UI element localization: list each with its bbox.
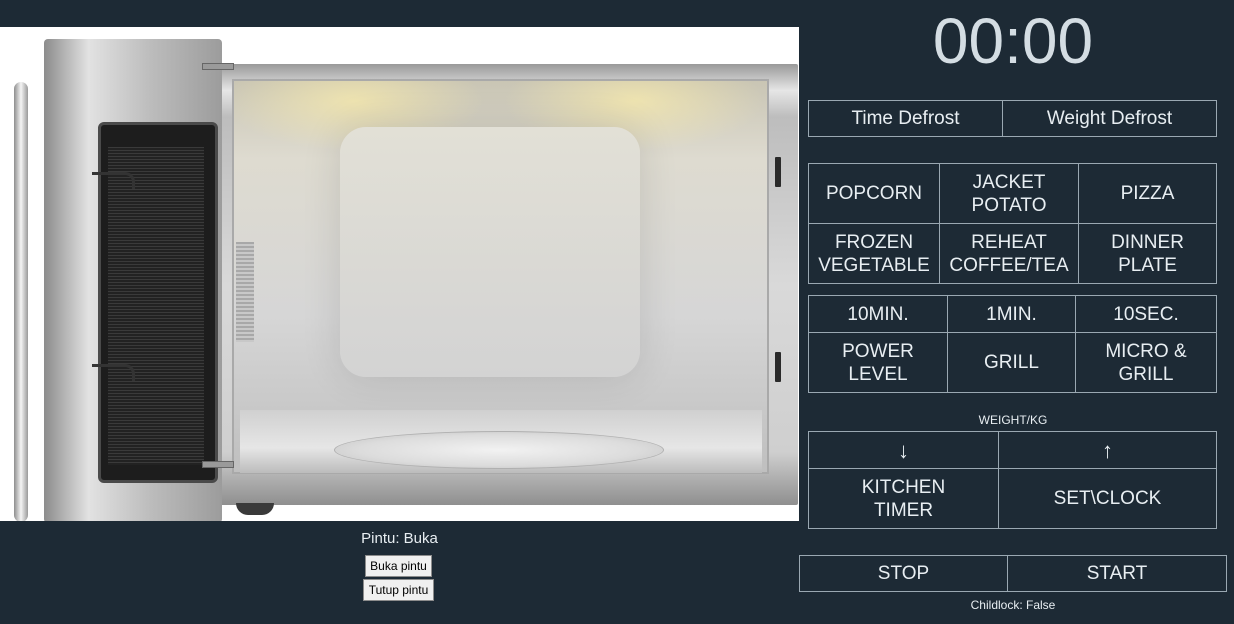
close-door-button[interactable]: Tutup pintu — [363, 579, 434, 601]
microwave-foot — [236, 503, 274, 515]
time-defrost-button[interactable]: Time Defrost — [808, 100, 1003, 137]
latch-slot-bottom — [775, 352, 781, 382]
weight-label: WEIGHT/KG — [978, 413, 1048, 427]
door-hinge-bottom — [202, 461, 234, 468]
door-latch-hook-bottom — [92, 364, 135, 381]
one-minute-button[interactable]: 1MIN. — [947, 295, 1076, 333]
door-mesh — [108, 147, 204, 465]
frozen-vegetable-button[interactable]: FROZEN VEGETABLE — [808, 223, 940, 284]
weight-down-button[interactable]: ↓ — [808, 431, 999, 469]
door-hinge-top — [202, 63, 234, 70]
kitchen-timer-button[interactable]: KITCHEN TIMER — [808, 468, 999, 529]
childlock-status: Childlock: False — [970, 598, 1056, 612]
turntable-plate — [334, 431, 664, 469]
door-handle — [14, 82, 28, 521]
dinner-plate-button[interactable]: DINNER PLATE — [1078, 223, 1217, 284]
cavity-vent — [236, 242, 254, 342]
set-clock-button[interactable]: SET\CLOCK — [998, 468, 1217, 529]
time-display: 00:00 — [932, 5, 1094, 77]
latch-slot-top — [775, 157, 781, 187]
weight-defrost-button[interactable]: Weight Defrost — [1002, 100, 1217, 137]
microwave-image — [0, 27, 799, 521]
power-level-button[interactable]: POWER LEVEL — [808, 332, 948, 393]
pizza-button[interactable]: PIZZA — [1078, 163, 1217, 224]
start-button[interactable]: START — [1007, 555, 1227, 592]
jacket-potato-button[interactable]: JACKET POTATO — [939, 163, 1079, 224]
open-door-button[interactable]: Buka pintu — [365, 555, 432, 577]
popcorn-button[interactable]: POPCORN — [808, 163, 940, 224]
cavity-back-panel — [340, 127, 640, 377]
ten-seconds-button[interactable]: 10SEC. — [1075, 295, 1217, 333]
door-latch-hook-top — [92, 172, 135, 189]
reheat-coffee-tea-button[interactable]: REHEAT COFFEE/TEA — [939, 223, 1079, 284]
weight-up-button[interactable]: ↑ — [998, 431, 1217, 469]
micro-grill-button[interactable]: MICRO & GRILL — [1075, 332, 1217, 393]
grill-button[interactable]: GRILL — [947, 332, 1076, 393]
ten-minutes-button[interactable]: 10MIN. — [808, 295, 948, 333]
stop-button[interactable]: STOP — [799, 555, 1008, 592]
door-status-text: Pintu: Buka — [361, 530, 438, 547]
